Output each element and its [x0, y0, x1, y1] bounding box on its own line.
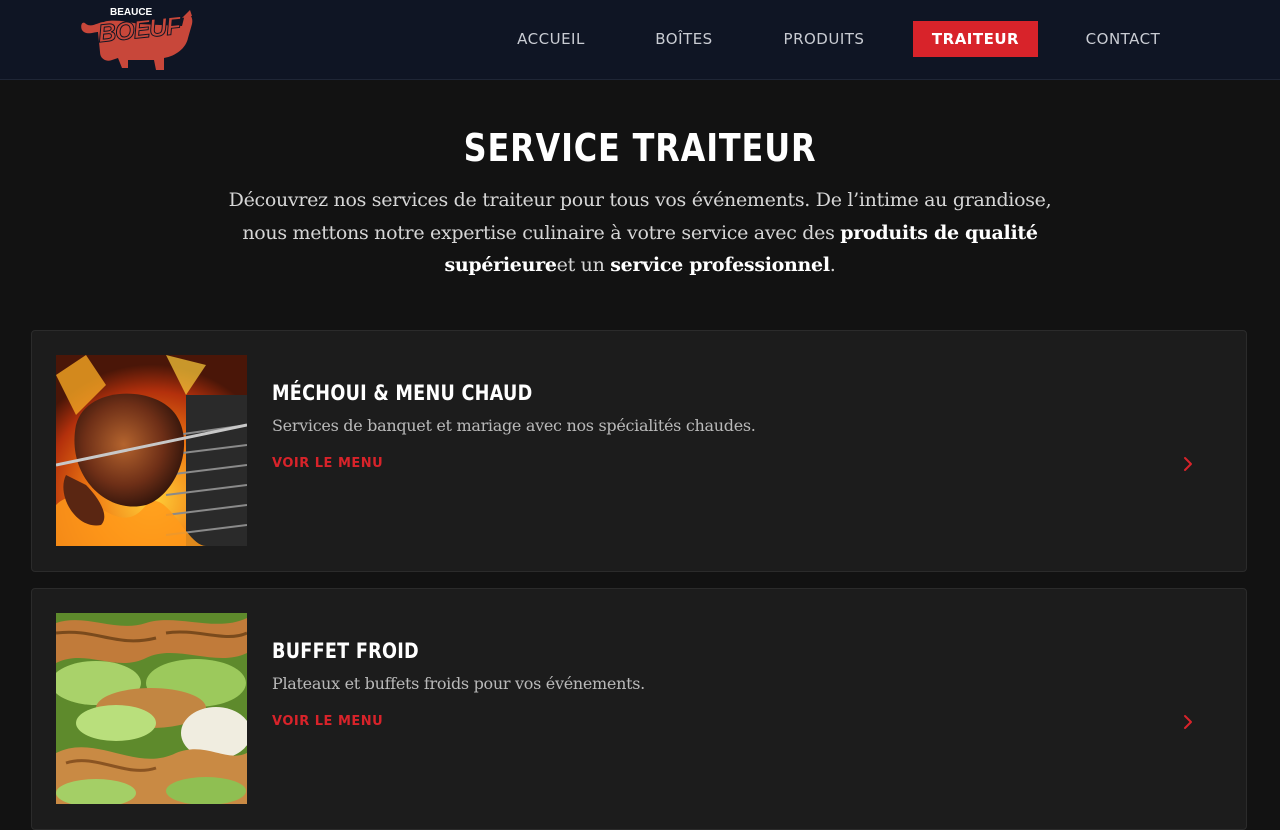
page-intro: Découvrez nos services de traiteur pour …	[210, 184, 1070, 282]
nav-item-traiteur[interactable]: TRAITEUR	[913, 21, 1038, 57]
intro-line-1: Découvrez nos services de traiteur pour …	[228, 189, 1052, 211]
intro-highlight-superior: supérieure	[444, 254, 557, 276]
nav-item-boites[interactable]: BOÎTES	[643, 21, 725, 57]
card-description: Services de banquet et mariage avec nos …	[272, 416, 756, 435]
grilled-chicken-image	[56, 355, 247, 546]
nav-item-accueil[interactable]: ACCUEIL	[507, 21, 595, 57]
service-card-buffet-froid[interactable]: BUFFET FROID Plateaux et buffets froids …	[31, 588, 1247, 830]
croissant-sandwich-image	[56, 613, 247, 804]
intro-line-2-text: nous mettons notre expertise culinaire à…	[242, 221, 841, 244]
nav-item-contact[interactable]: CONTACT	[1076, 21, 1170, 57]
nav-item-produits[interactable]: PRODUITS	[773, 21, 875, 57]
page-title: SERVICE TRAITEUR	[463, 126, 817, 170]
intro-highlight-quality: produits de qualité	[840, 221, 1038, 244]
card-title: MÉCHOUI & MENU CHAUD	[272, 381, 533, 405]
service-card-mechoui[interactable]: MÉCHOUI & MENU CHAUD Services de banquet…	[31, 330, 1247, 572]
card-image-grilled-chicken	[56, 355, 247, 546]
card-description: Plateaux et buffets froids pour vos évén…	[272, 674, 645, 693]
intro-line-3-text: et un	[556, 254, 611, 276]
site-header: BEAUCE BOEUF ACCUEIL BOÎTES PRODUITS TRA…	[0, 0, 1280, 80]
card-title: BUFFET FROID	[272, 639, 419, 663]
chevron-right-icon[interactable]	[1181, 455, 1195, 473]
card-image-croissant-sandwich	[56, 613, 247, 804]
intro-highlight-service: service professionnel	[610, 254, 830, 276]
view-menu-link[interactable]: VOIR LE MENU	[272, 714, 383, 729]
chevron-right-icon[interactable]	[1181, 713, 1195, 731]
logo[interactable]: BEAUCE BOEUF	[78, 2, 198, 74]
view-menu-link[interactable]: VOIR LE MENU	[272, 456, 383, 471]
intro-line-3-end: .	[829, 254, 836, 276]
